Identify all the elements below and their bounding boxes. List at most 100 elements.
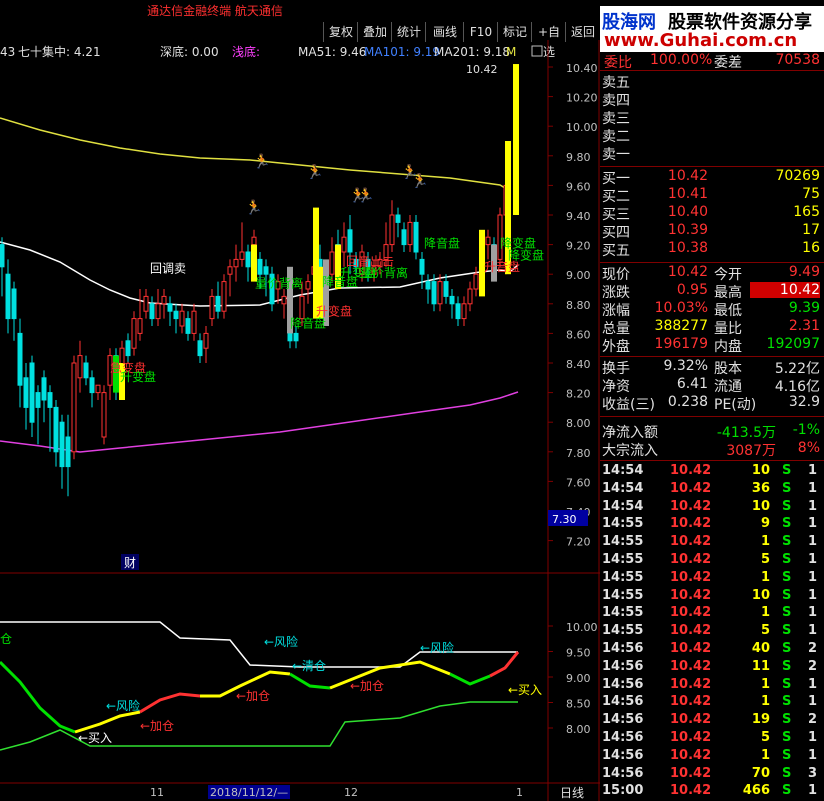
ma201-value: MA201: 9.18 xyxy=(434,45,510,59)
candle-body-42 xyxy=(251,236,257,246)
kline-chart[interactable]: 43 七十集中: 4.21 深底: 0.00 浅底: MA51: 9.46MA101:… xyxy=(0,40,600,801)
price-tick-3: 9.80 xyxy=(566,151,591,164)
bid-label-4: 买五 xyxy=(602,243,630,259)
toolbar-button-4[interactable]: F10 xyxy=(463,22,498,42)
sub-line-seg-2 xyxy=(139,692,201,714)
stat-ext2-label-1: 流通 xyxy=(714,379,742,395)
toolbar-button-5[interactable]: 标记 xyxy=(497,22,532,42)
candle-body-7 xyxy=(41,377,47,401)
shallow-value: 浅底: xyxy=(232,44,260,59)
sub-tick-3: 8.50 xyxy=(566,698,591,711)
trade-s: S xyxy=(782,694,792,710)
toolbar-button-2[interactable]: 统计 xyxy=(391,22,426,42)
stat-value-3: 388277 xyxy=(654,318,708,334)
trade-p: 10.42 xyxy=(670,658,712,674)
candle-body-40 xyxy=(239,251,245,260)
trade-p: 10.42 xyxy=(670,569,712,585)
trade-p: 10.42 xyxy=(670,694,712,710)
bid-vol-2: 165 xyxy=(793,204,820,220)
candle-body-73 xyxy=(437,281,443,305)
trade-s: S xyxy=(782,747,792,763)
trade-n: 1 xyxy=(808,694,818,710)
price-tick-11: 8.20 xyxy=(566,388,591,401)
bid-label-1: 买二 xyxy=(602,189,630,205)
trade-p: 10.42 xyxy=(670,480,712,496)
bid-price-0: 10.42 xyxy=(667,168,708,184)
trade-t: 14:56 xyxy=(602,747,644,763)
trade-n: 2 xyxy=(808,641,818,656)
toolbar-button-1[interactable]: 叠加 xyxy=(357,22,392,42)
toolbar-button-6[interactable]: +自选 xyxy=(531,22,566,59)
stat2-label-3: 量比 xyxy=(714,321,742,337)
bid-vol-4: 16 xyxy=(802,240,820,256)
trade-v: 5 xyxy=(760,730,770,745)
trade-v: 5 xyxy=(760,552,770,567)
candle-body-27 xyxy=(161,295,167,305)
trade-p: 10.42 xyxy=(670,552,712,567)
toolbar-button-3[interactable]: 画线 xyxy=(425,22,464,42)
signal-label-13: 升变盘 xyxy=(120,369,156,384)
panel-separator xyxy=(600,416,824,417)
trade-n: 1 xyxy=(808,783,818,799)
trade-s: S xyxy=(782,552,792,567)
period-button[interactable]: 日线 xyxy=(560,786,584,800)
price-tick-7: 9.00 xyxy=(566,269,591,282)
stat-label-1: 涨跌 xyxy=(602,285,630,301)
date-tick-3: 1 xyxy=(516,786,523,799)
candle-body-2 xyxy=(11,288,17,320)
candle-body-78 xyxy=(467,288,473,305)
bid-label-2: 买三 xyxy=(602,207,630,223)
candle-body-16 xyxy=(95,384,101,394)
candle-body-15 xyxy=(89,377,95,394)
trade-t: 15:00 xyxy=(602,783,644,799)
signal-label-0: 回调卖 xyxy=(150,262,186,276)
sub-line-seg-4 xyxy=(289,672,331,690)
trade-p: 10.42 xyxy=(670,534,712,550)
trade-s: S xyxy=(782,587,792,603)
candle-body-0 xyxy=(0,244,5,268)
signal-label-1: 量价背离 xyxy=(255,276,303,291)
stat-value-0: 10.42 xyxy=(667,264,708,280)
trade-row: 14:55 10.42 5 S 1 xyxy=(600,623,824,640)
trade-row: 14:56 10.42 70 S 3 xyxy=(600,766,824,783)
trade-t: 14:56 xyxy=(602,658,644,674)
bid-price-4: 10.38 xyxy=(667,240,708,256)
flow-pct-1: 8% xyxy=(797,440,820,456)
trade-v: 466 xyxy=(742,783,770,799)
trade-row: 14:54 10.42 36 S 1 xyxy=(600,481,824,498)
candle-body-50 xyxy=(299,295,305,320)
trade-n: 1 xyxy=(808,747,818,763)
candle-body-26 xyxy=(155,303,161,320)
candle-body-37 xyxy=(221,281,227,312)
trade-s: S xyxy=(782,480,792,496)
stat2-value-3: 2.31 xyxy=(788,318,820,334)
sub-label-6: ←加仓 xyxy=(236,689,270,703)
signal-bar-11 xyxy=(513,64,519,215)
candle-body-13 xyxy=(77,355,83,379)
trade-row: 14:55 10.42 1 S 1 xyxy=(600,534,824,551)
trade-n: 2 xyxy=(808,712,818,728)
toolbar-button-7[interactable]: 返回 xyxy=(565,22,600,42)
collapse-button[interactable] xyxy=(531,45,543,57)
trade-v: 1 xyxy=(760,605,770,621)
candle-body-33 xyxy=(197,340,203,357)
price-tick-4: 9.60 xyxy=(566,180,591,193)
candle-body-47 xyxy=(281,295,287,305)
candle-body-79 xyxy=(473,273,479,290)
toolbar-button-0[interactable]: 复权 xyxy=(323,22,358,42)
trade-s: S xyxy=(782,605,792,621)
trade-n: 1 xyxy=(808,605,818,621)
stat-value-4: 196179 xyxy=(654,336,708,352)
trade-p: 10.42 xyxy=(670,605,712,621)
stat2-value-0: 9.49 xyxy=(788,264,820,280)
trade-s: S xyxy=(782,623,792,639)
candle-body-58 xyxy=(347,229,353,253)
candle-body-70 xyxy=(419,258,425,275)
candle-body-4 xyxy=(23,377,29,408)
trade-n: 1 xyxy=(808,623,818,639)
price-tick-8: 8.80 xyxy=(566,299,591,312)
candle-body-69 xyxy=(413,221,419,253)
fin-marker: 财 xyxy=(124,556,136,570)
candle-body-81 xyxy=(485,236,491,246)
trade-p: 10.42 xyxy=(670,641,712,656)
